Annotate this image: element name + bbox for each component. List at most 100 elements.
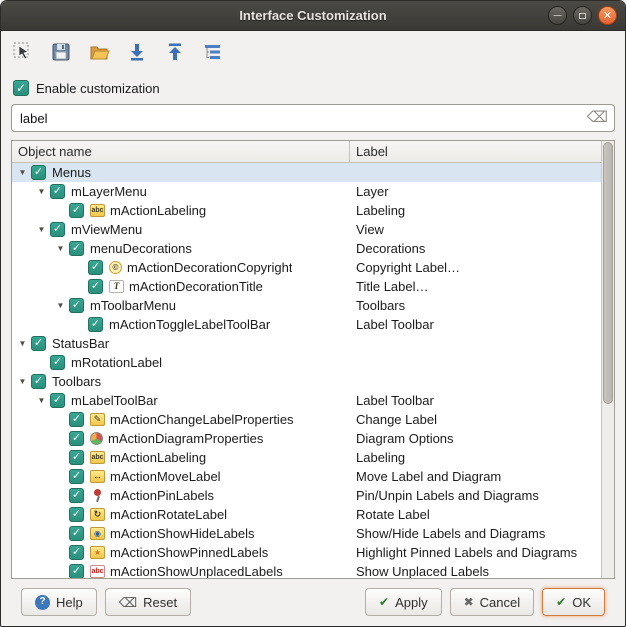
row-checkbox[interactable] xyxy=(69,203,84,218)
expander-icon[interactable]: ▼ xyxy=(16,339,29,348)
tree-row-mActionShowHideLabels[interactable]: mActionShowHideLabelsShow/Hide Labels an… xyxy=(12,524,601,543)
row-checkbox[interactable] xyxy=(88,317,103,332)
maximize-button[interactable] xyxy=(573,6,592,25)
scrollbar-thumb[interactable] xyxy=(603,142,613,404)
reset-label: Reset xyxy=(143,595,177,610)
window-title: Interface Customization xyxy=(1,8,625,23)
vertical-scrollbar[interactable] xyxy=(601,141,614,578)
row-checkbox[interactable] xyxy=(50,184,65,199)
tree-row-mActionPinLabels[interactable]: mActionPinLabelsPin/Unpin Labels and Dia… xyxy=(12,486,601,505)
tree-row-mLabelToolBar[interactable]: ▼mLabelToolBarLabel Toolbar xyxy=(12,391,601,410)
tree-row-mActionShowUnplacedLabels[interactable]: mActionShowUnplacedLabelsShow Unplaced L… xyxy=(12,562,601,578)
collapse-all-button[interactable] xyxy=(161,38,189,66)
row-checkbox[interactable] xyxy=(50,355,65,370)
object-label: Label Toolbar xyxy=(350,391,601,410)
help-button[interactable]: ? Help xyxy=(21,588,97,616)
row-checkbox[interactable] xyxy=(31,374,46,389)
object-label: Move Label and Diagram xyxy=(350,467,601,486)
row-checkbox[interactable] xyxy=(31,336,46,351)
tree-row-mActionDiagramProperties[interactable]: mActionDiagramPropertiesDiagram Options xyxy=(12,429,601,448)
expander-icon[interactable]: ▼ xyxy=(35,187,48,196)
row-checkbox[interactable] xyxy=(69,298,84,313)
object-name: Menus xyxy=(52,165,91,180)
cancel-button[interactable]: ✖ Cancel xyxy=(450,588,535,616)
row-checkbox[interactable] xyxy=(69,526,84,541)
tree-row-mActionDecorationCopyright[interactable]: mActionDecorationCopyrightCopyright Labe… xyxy=(12,258,601,277)
tree-row-Toolbars[interactable]: ▼Toolbars xyxy=(12,372,601,391)
enable-customization-checkbox[interactable] xyxy=(13,80,29,96)
tree-row-mToolbarMenu[interactable]: ▼mToolbarMenuToolbars xyxy=(12,296,601,315)
title-icon xyxy=(109,280,124,293)
tree-row-mActionLabeling[interactable]: mActionLabelingLabeling xyxy=(12,448,601,467)
close-button[interactable]: ✕ xyxy=(598,6,617,25)
expander-icon[interactable]: ▼ xyxy=(54,244,67,253)
object-name: mActionChangeLabelProperties xyxy=(110,412,294,427)
tree-row-Menus[interactable]: ▼ Menus xyxy=(12,163,601,182)
row-checkbox[interactable] xyxy=(69,545,84,560)
row-checkbox[interactable] xyxy=(69,450,84,465)
cursor-select-icon xyxy=(12,41,34,63)
expander-icon[interactable]: ▼ xyxy=(54,301,67,310)
catch-widgets-button[interactable] xyxy=(9,38,37,66)
row-checkbox[interactable] xyxy=(69,564,84,578)
tree-row-mActionChangeLabelProperties[interactable]: mActionChangeLabelPropertiesChange Label xyxy=(12,410,601,429)
tree-row-mActionDecorationTitle[interactable]: mActionDecorationTitleTitle Label… xyxy=(12,277,601,296)
pin-labels-icon xyxy=(90,489,105,502)
expander-icon[interactable]: ▼ xyxy=(16,168,29,177)
ok-check-icon: ✔ xyxy=(556,596,566,608)
column-header-label[interactable]: Label xyxy=(350,141,614,162)
expand-all-button[interactable] xyxy=(123,38,151,66)
row-checkbox[interactable] xyxy=(69,412,84,427)
apply-button[interactable]: ✔ Apply xyxy=(365,588,442,616)
row-checkbox[interactable] xyxy=(50,222,65,237)
tree-row-mActionMoveLabel[interactable]: mActionMoveLabelMove Label and Diagram xyxy=(12,467,601,486)
titlebar[interactable]: Interface Customization ─ ✕ xyxy=(1,1,625,31)
reset-button[interactable]: ⌫ Reset xyxy=(105,588,191,616)
object-name: StatusBar xyxy=(52,336,109,351)
row-checkbox[interactable] xyxy=(88,260,103,275)
object-label: Layer xyxy=(350,182,601,201)
row-checkbox[interactable] xyxy=(69,507,84,522)
object-label: Title Label… xyxy=(350,277,601,296)
tree-row-menuDecorations[interactable]: ▼menuDecorationsDecorations xyxy=(12,239,601,258)
object-label: View xyxy=(350,220,601,239)
help-label: Help xyxy=(56,595,83,610)
tree-row-mRotationLabel[interactable]: mRotationLabel xyxy=(12,353,601,372)
object-label xyxy=(350,334,601,353)
button-row: ? Help ⌫ Reset ✔ Apply ✖ Cancel ✔ OK xyxy=(11,579,615,626)
row-checkbox[interactable] xyxy=(50,393,65,408)
row-checkbox[interactable] xyxy=(69,431,84,446)
load-customization-button[interactable] xyxy=(85,38,113,66)
tree-row-mActionLabeling[interactable]: mActionLabelingLabeling xyxy=(12,201,601,220)
clear-search-icon[interactable]: ⌫ xyxy=(587,109,608,127)
move-label-icon xyxy=(90,470,105,483)
labeling-icon xyxy=(90,451,105,464)
expander-icon[interactable]: ▼ xyxy=(35,396,48,405)
select-all-button[interactable] xyxy=(199,38,227,66)
copyright-icon xyxy=(109,261,122,274)
row-checkbox[interactable] xyxy=(88,279,103,294)
minimize-button[interactable]: ─ xyxy=(548,6,567,25)
row-checkbox[interactable] xyxy=(69,469,84,484)
tree-row-StatusBar[interactable]: ▼ StatusBar xyxy=(12,334,601,353)
expander-icon[interactable]: ▼ xyxy=(35,225,48,234)
row-checkbox[interactable] xyxy=(69,488,84,503)
row-checkbox[interactable] xyxy=(31,165,46,180)
save-customization-button[interactable] xyxy=(47,38,75,66)
row-checkbox[interactable] xyxy=(69,241,84,256)
object-label: Label Toolbar xyxy=(350,315,601,334)
object-label: Show Unplaced Labels xyxy=(350,562,601,578)
labeling-icon xyxy=(90,204,105,217)
expander-icon[interactable]: ▼ xyxy=(16,377,29,386)
ok-button[interactable]: ✔ OK xyxy=(542,588,605,616)
tree-row-mActionRotateLabel[interactable]: mActionRotateLabelRotate Label xyxy=(12,505,601,524)
tree-row-mActionToggleLabelToolBar[interactable]: mActionToggleLabelToolBar Label Toolbar xyxy=(12,315,601,334)
search-input[interactable] xyxy=(11,104,615,132)
object-name: mRotationLabel xyxy=(71,355,162,370)
rotate-label-icon xyxy=(90,508,105,521)
tree-row-mLayerMenu[interactable]: ▼mLayerMenuLayer xyxy=(12,182,601,201)
tree-row-mViewMenu[interactable]: ▼mViewMenuView xyxy=(12,220,601,239)
column-header-object-name[interactable]: Object name xyxy=(12,141,350,162)
tree-row-mActionShowPinnedLabels[interactable]: mActionShowPinnedLabelsHighlight Pinned … xyxy=(12,543,601,562)
object-name: mActionToggleLabelToolBar xyxy=(109,317,270,332)
